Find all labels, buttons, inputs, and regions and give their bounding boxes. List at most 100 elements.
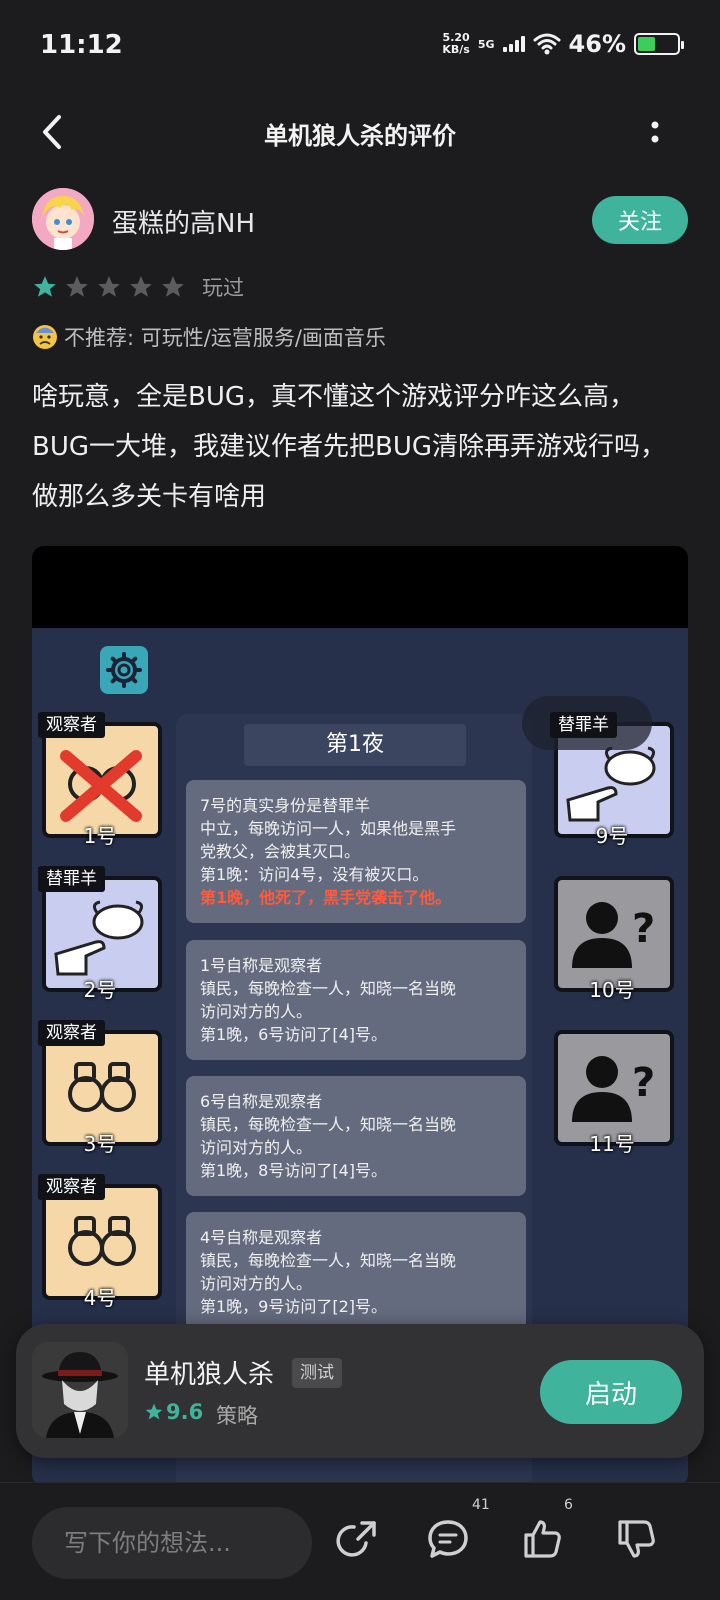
- log-line: 党教父，会被其灭口。: [200, 842, 361, 861]
- player-role-tag: 替罪羊: [38, 866, 105, 892]
- comment-input[interactable]: [32, 1507, 312, 1579]
- player-card: ? 11号: [550, 1020, 674, 1174]
- like-count: 6: [564, 1497, 573, 1513]
- star-icon: [145, 1403, 163, 1420]
- not-recommend-row: 不推荐: 可玩性/运营服务/画面音乐: [32, 322, 386, 352]
- app-test-badge: 测试: [292, 1358, 342, 1388]
- settings-gear-icon: [100, 646, 148, 694]
- thumbs-up-icon: [524, 1520, 561, 1558]
- like-button[interactable]: [514, 1511, 570, 1567]
- log-line: 4号自称是观察者: [200, 1228, 323, 1247]
- signal-icon: [502, 36, 525, 52]
- page-header: 单机狼人杀的评价: [0, 96, 720, 168]
- player-role-tag: 替罪羊: [550, 712, 617, 738]
- player-number: 2号: [83, 978, 117, 1002]
- network-indicator: 5G: [478, 39, 495, 50]
- battery-fill: [638, 37, 656, 51]
- log-entry: 1号自称是观察者 镇民，每晚检查一人，知晓一名当晚 访问对方的人。 第1晚，6号…: [186, 940, 526, 1060]
- net-speed: 5.20 KB/s: [442, 32, 469, 56]
- log-line: 第1晚，9号访问了[2]号。: [200, 1297, 388, 1316]
- player-number: 10号: [589, 978, 635, 1002]
- network-type: 5G: [477, 37, 495, 51]
- log-line: 7号的真实身份是替罪羊: [200, 796, 371, 815]
- star-empty-icon: [66, 276, 88, 297]
- launch-button[interactable]: 启动: [540, 1360, 682, 1424]
- player-card: 观察者 1号: [38, 712, 162, 866]
- log-line: 6号自称是观察者: [200, 1092, 323, 1111]
- night-label: 第1夜: [244, 724, 466, 766]
- player-number: 1号: [83, 824, 117, 848]
- battery-icon: [634, 33, 684, 55]
- app-icon[interactable]: [32, 1342, 128, 1438]
- app-score: 9.6: [144, 1400, 203, 1424]
- author-name[interactable]: 蛋糕的高NH: [112, 203, 255, 240]
- comment-count: 41: [472, 1497, 490, 1513]
- log-entry: 6号自称是观察者 镇民，每晚检查一人，知晓一名当晚 访问对方的人。 第1晚，8号…: [186, 1076, 526, 1196]
- thumbs-down-icon: [618, 1520, 655, 1558]
- player-role-tag: 观察者: [38, 1174, 105, 1200]
- log-line: 中立，每晚访问一人，如果他是黑手: [200, 819, 457, 838]
- player-role-tag: 观察者: [38, 1020, 105, 1046]
- left-player-column: 观察者 1号 替罪羊 2号 观察者 3号 观察者 4号: [38, 712, 162, 1328]
- sad-face-icon: [33, 325, 57, 349]
- star-empty-icon: [162, 276, 184, 297]
- app-score-value: 9.6: [166, 1400, 204, 1424]
- bottom-action-bar: 41 6: [0, 1482, 720, 1600]
- right-player-column: 替罪羊 9号 ? 10号 ? 11号: [550, 712, 674, 1174]
- log-line: 1号自称是观察者: [200, 956, 323, 975]
- player-card: 观察者 4号: [38, 1174, 162, 1328]
- more-vertical-icon: [651, 121, 659, 143]
- log-entry: 7号的真实身份是替罪羊 中立，每晚访问一人，如果他是黑手 党教父，会被其灭口。 …: [186, 780, 526, 923]
- status-icons: 5.20 KB/s 5G 46%: [442, 30, 684, 58]
- status-time: 11:12: [40, 30, 123, 60]
- follow-button[interactable]: 关注: [592, 196, 688, 244]
- log-line-death: 第1晚，他死了，黑手党袭击了他。: [200, 888, 452, 907]
- status-bar: 11:12 5.20 KB/s 5G 46%: [0, 0, 720, 96]
- net-speed-unit: KB/s: [442, 43, 470, 56]
- player-card: 替罪羊 9号: [550, 712, 674, 866]
- page-title: 单机狼人杀的评价: [264, 122, 456, 150]
- log-line: 镇民，每晚检查一人，知晓一名当晚: [200, 1115, 457, 1134]
- player-number: 11号: [589, 1132, 635, 1156]
- log-line: 镇民，每晚检查一人，知晓一名当晚: [200, 1251, 457, 1270]
- comment-button[interactable]: [420, 1511, 476, 1567]
- player-card: ? 10号: [550, 866, 674, 1020]
- log-line: 访问对方的人。: [200, 1274, 313, 1293]
- share-button[interactable]: [330, 1511, 386, 1567]
- more-options-button[interactable]: [640, 110, 670, 154]
- star-empty-icon: [98, 276, 120, 297]
- app-promo-bar[interactable]: 单机狼人杀 测试 9.6 策略 启动: [16, 1324, 704, 1458]
- log-entry: 4号自称是观察者 镇民，每晚检查一人，知晓一名当晚 访问对方的人。 第1晚，9号…: [186, 1212, 526, 1332]
- battery-percent: 46%: [568, 30, 626, 58]
- player-role-tag: 观察者: [38, 712, 105, 738]
- log-line: 访问对方的人。: [200, 1138, 313, 1157]
- app-category: 策略: [216, 1404, 258, 1428]
- player-number: 4号: [83, 1286, 117, 1310]
- star-filled-icon: [34, 276, 56, 297]
- star-empty-icon: [130, 276, 152, 297]
- dislike-button[interactable]: [608, 1511, 664, 1567]
- log-line: 第1晚，8号访问了[4]号。: [200, 1161, 388, 1180]
- log-line: 第1晚：访问4号，没有被灭口。: [200, 865, 429, 884]
- comment-icon: [428, 1520, 468, 1558]
- review-author: 蛋糕的高NH 关注: [32, 186, 688, 252]
- avatar[interactable]: [32, 188, 94, 250]
- share-icon: [336, 1521, 376, 1557]
- not-recommend-text: 不推荐: 可玩性/运营服务/画面音乐: [64, 326, 386, 350]
- svg-text:?: ?: [632, 1060, 655, 1106]
- player-card: 观察者 3号: [38, 1020, 162, 1174]
- log-line: 第1晚，6号访问了[4]号。: [200, 1025, 388, 1044]
- log-line: 镇民，每晚检查一人，知晓一名当晚: [200, 979, 457, 998]
- svg-text:?: ?: [632, 906, 655, 952]
- rating-row: 玩过: [32, 272, 244, 302]
- log-line: 访问对方的人。: [200, 1002, 313, 1021]
- player-number: 3号: [83, 1132, 117, 1156]
- player-number: 9号: [595, 824, 629, 848]
- player-card: 替罪羊 2号: [38, 866, 162, 1020]
- played-label: 玩过: [202, 276, 244, 300]
- avatar-image: [32, 188, 94, 250]
- review-body: 啥玩意，全是BUG，真不懂这个游戏评分咋这么高，BUG一大堆，我建议作者先把BU…: [32, 382, 667, 512]
- screenshot-black-bar: [32, 546, 688, 628]
- app-name[interactable]: 单机狼人杀: [144, 1354, 274, 1391]
- wifi-icon: [533, 33, 561, 55]
